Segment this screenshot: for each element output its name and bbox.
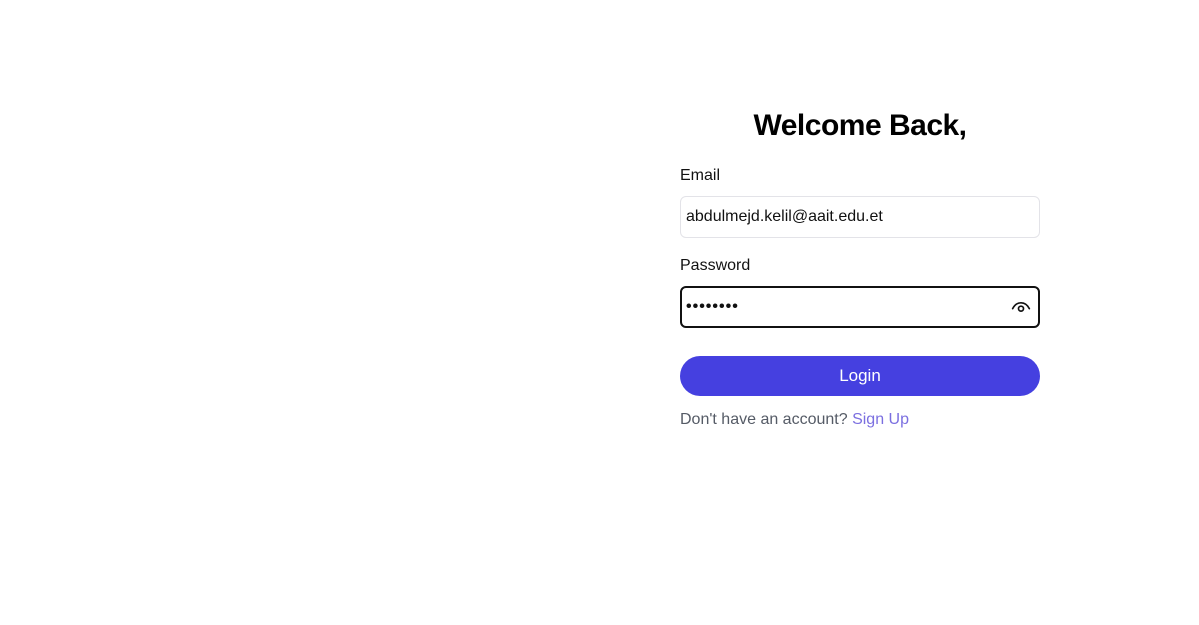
email-value: abdulmejd.kelil@aait.edu.et	[686, 208, 883, 225]
signup-row: Don't have an account? Sign Up	[680, 410, 909, 430]
password-field[interactable]: ••••••••	[680, 286, 1040, 328]
signup-link[interactable]: Sign Up	[852, 411, 909, 428]
password-value: ••••••••	[686, 298, 739, 315]
left-blank-panel	[0, 0, 680, 625]
password-label: Password	[680, 257, 751, 274]
email-field[interactable]: abdulmejd.kelil@aait.edu.et	[680, 196, 1040, 238]
page-title: Welcome Back,	[753, 109, 967, 142]
eye-icon[interactable]	[1010, 296, 1032, 318]
signup-prompt: Don't have an account?	[680, 411, 853, 428]
login-button[interactable]: Login	[680, 356, 1040, 396]
email-label: Email	[680, 167, 721, 184]
login-page: Welcome Back, Email abdulmejd.kelil@aait…	[0, 0, 1199, 625]
